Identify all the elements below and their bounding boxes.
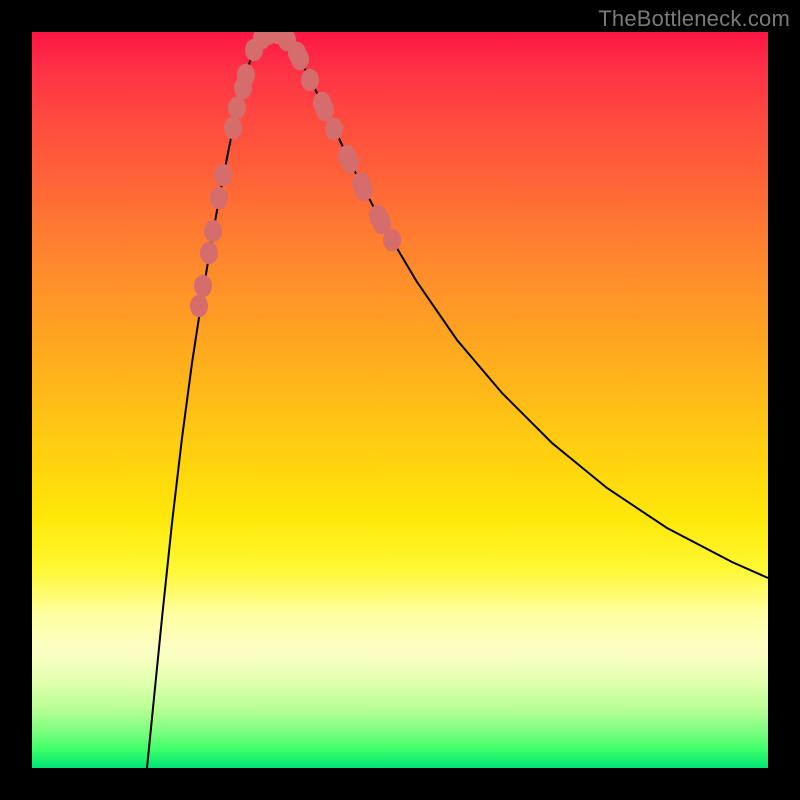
marker-point <box>341 151 359 174</box>
marker-point <box>237 64 255 87</box>
plot-area <box>32 32 768 768</box>
marker-point <box>194 275 212 298</box>
bottleneck-curve <box>147 32 768 768</box>
marker-point <box>325 118 343 141</box>
marker-point <box>190 295 208 318</box>
chart-svg <box>32 32 768 768</box>
marker-point <box>228 97 246 120</box>
highlight-markers <box>190 32 401 317</box>
marker-point <box>301 69 319 92</box>
marker-point <box>316 99 334 122</box>
marker-point <box>204 220 222 243</box>
marker-point <box>224 117 242 140</box>
marker-point <box>291 48 309 71</box>
marker-point <box>210 187 228 210</box>
marker-point <box>383 229 401 252</box>
marker-point <box>214 164 232 187</box>
watermark-text: TheBottleneck.com <box>598 6 790 32</box>
chart-frame: TheBottleneck.com <box>0 0 800 800</box>
marker-point <box>200 242 218 265</box>
marker-point <box>355 179 373 202</box>
